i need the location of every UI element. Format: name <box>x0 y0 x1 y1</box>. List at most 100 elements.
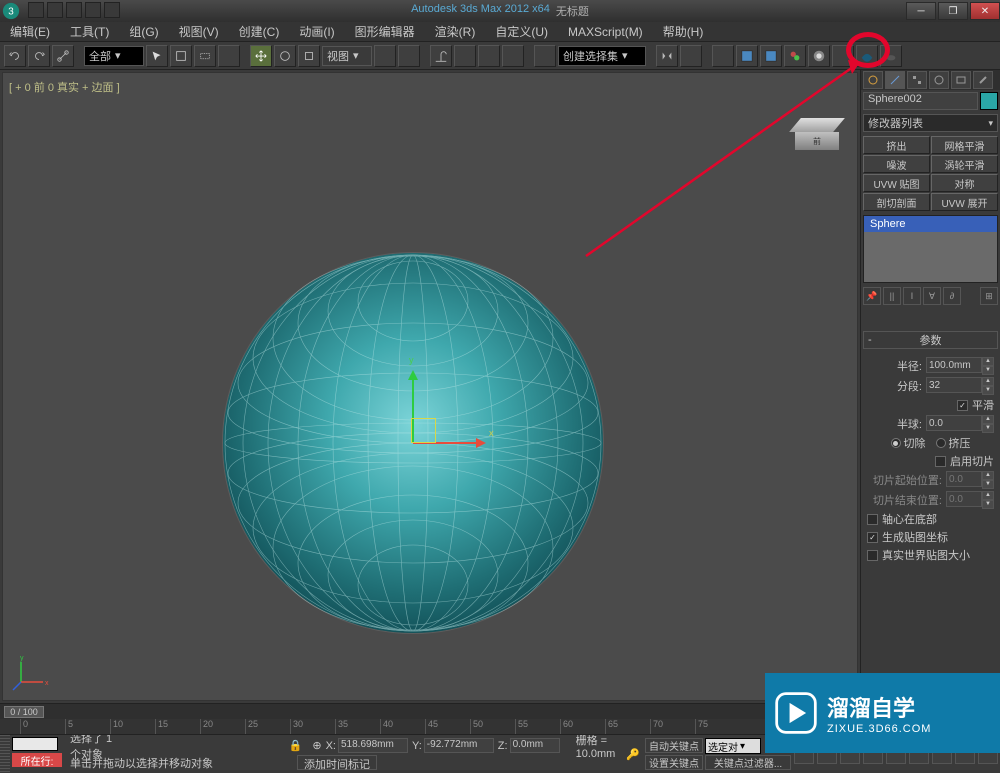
angle-snap-icon[interactable] <box>454 45 476 67</box>
pivot-icon[interactable] <box>374 45 396 67</box>
minimize-button[interactable]: ─ <box>906 2 936 20</box>
redo-icon[interactable] <box>28 45 50 67</box>
btn-noise[interactable]: 噪波 <box>863 155 930 173</box>
btn-uvwmap[interactable]: UVW 贴图 <box>863 174 930 192</box>
time-handle[interactable]: 0 / 100 <box>4 706 44 718</box>
qa-btn[interactable] <box>104 2 120 18</box>
spinner-snap-icon[interactable] <box>502 45 524 67</box>
radio-squash[interactable] <box>936 438 946 448</box>
move-gizmo[interactable]: x y <box>413 443 414 444</box>
qa-btn[interactable] <box>47 2 63 18</box>
restore-button[interactable]: ❐ <box>938 2 968 20</box>
filter-dropdown[interactable]: 全部▾ <box>84 46 144 66</box>
motion-tab-icon[interactable] <box>929 71 949 89</box>
y-coord[interactable]: -92.772mm <box>424 738 494 753</box>
segs-input[interactable] <box>926 377 982 393</box>
btn-meshsmooth[interactable]: 网格平滑 <box>931 136 998 154</box>
params-rollup-header[interactable]: 参数 <box>863 331 998 349</box>
menu-help[interactable]: 帮助(H) <box>653 22 714 41</box>
menu-maxscript[interactable]: MAXScript(M) <box>558 22 653 41</box>
keyfilter-button[interactable]: 关键点过滤器... <box>705 755 791 770</box>
move-icon[interactable] <box>250 45 272 67</box>
object-name-input[interactable]: Sphere002 <box>863 92 978 110</box>
menu-graph[interactable]: 图形编辑器 <box>345 22 425 41</box>
hemi-input[interactable] <box>926 415 982 431</box>
btn-turbosmooth[interactable]: 涡轮平滑 <box>931 155 998 173</box>
qa-btn[interactable] <box>85 2 101 18</box>
selset-dropdown[interactable]: 创建选择集▾ <box>558 46 646 66</box>
render-prod-icon[interactable] <box>856 45 878 67</box>
show-end-icon[interactable]: || <box>883 287 901 305</box>
viewcube-face[interactable]: 前 <box>795 132 839 150</box>
teapot-icon[interactable] <box>880 45 902 67</box>
modify-tab-icon[interactable] <box>885 71 905 89</box>
refcoord-dropdown[interactable]: 视图▾ <box>322 46 372 66</box>
viewcube[interactable]: 前 <box>795 118 839 150</box>
spin-up-icon[interactable]: ▲ <box>982 357 994 366</box>
mapcoords-checkbox[interactable]: ✓ <box>867 532 878 543</box>
smooth-checkbox[interactable]: ✓ <box>957 400 968 411</box>
object-color-swatch[interactable] <box>980 92 998 110</box>
pin-stack-icon[interactable]: 📌 <box>863 287 881 305</box>
layer-manager-icon[interactable] <box>712 45 734 67</box>
create-tab-icon[interactable] <box>863 71 883 89</box>
select-icon[interactable] <box>146 45 168 67</box>
menu-render[interactable]: 渲染(R) <box>425 22 486 41</box>
utilities-tab-icon[interactable] <box>973 71 993 89</box>
make-unique-icon[interactable]: Ⅰ <box>903 287 921 305</box>
viewport-label[interactable]: [ + 0 前 0 真实 + 边面 ] <box>9 79 120 95</box>
menu-views[interactable]: 视图(V) <box>169 22 229 41</box>
menu-tools[interactable]: 工具(T) <box>60 22 119 41</box>
hierarchy-tab-icon[interactable] <box>907 71 927 89</box>
btn-unwrap[interactable]: UVW 展开 <box>931 193 998 211</box>
add-time-tag[interactable]: 添加时间标记 <box>297 755 377 770</box>
display-tab-icon[interactable] <box>951 71 971 89</box>
select-name-icon[interactable] <box>170 45 192 67</box>
menu-create[interactable]: 创建(C) <box>229 22 290 41</box>
setkey-button[interactable]: 设置关键点 <box>645 755 703 770</box>
link-icon[interactable] <box>52 45 74 67</box>
select-rect-icon[interactable] <box>194 45 216 67</box>
stack-item-sphere[interactable]: Sphere <box>864 216 997 232</box>
edit-named-sel-icon[interactable] <box>534 45 556 67</box>
autokey-button[interactable]: 自动关键点 <box>645 738 703 753</box>
undo-icon[interactable] <box>4 45 26 67</box>
sel-lock-icon[interactable]: ⊕ <box>312 739 321 752</box>
x-coord[interactable]: 518.698mm <box>338 738 408 753</box>
manipulate-icon[interactable] <box>398 45 420 67</box>
close-button[interactable]: ✕ <box>970 2 1000 20</box>
grip-icon[interactable] <box>0 735 10 773</box>
selset-combo[interactable]: 选定对▾ <box>705 738 761 754</box>
key-icon[interactable]: 🔑 <box>626 739 642 769</box>
viewport[interactable]: [ + 0 前 0 真实 + 边面 ] 前 <box>2 72 858 701</box>
spin-down-icon[interactable]: ▼ <box>982 366 994 375</box>
snap-toggle-icon[interactable] <box>430 45 452 67</box>
radius-input[interactable] <box>926 357 982 373</box>
mirror-icon[interactable] <box>656 45 678 67</box>
current-color-swatch[interactable] <box>12 737 58 751</box>
render-frame-icon[interactable] <box>832 45 854 67</box>
remove-mod-icon[interactable]: ∀ <box>923 287 941 305</box>
menu-anim[interactable]: 动画(I) <box>289 22 344 41</box>
z-coord[interactable]: 0.0mm <box>510 738 560 753</box>
menu-group[interactable]: 组(G) <box>119 22 168 41</box>
realworld-checkbox[interactable] <box>867 550 878 561</box>
modifier-stack[interactable]: Sphere <box>863 215 998 283</box>
base-pivot-checkbox[interactable] <box>867 514 878 525</box>
qa-btn[interactable] <box>66 2 82 18</box>
modifier-list-dropdown[interactable]: 修改器列表 <box>863 114 998 132</box>
btn-symmetry[interactable]: 对称 <box>931 174 998 192</box>
align-icon[interactable] <box>680 45 702 67</box>
qa-btn[interactable] <box>28 2 44 18</box>
material-editor-icon[interactable] <box>784 45 806 67</box>
schematic-icon[interactable] <box>760 45 782 67</box>
config-sets-icon[interactable]: ∂ <box>943 287 961 305</box>
btn-extrude[interactable]: 挤出 <box>863 136 930 154</box>
percent-snap-icon[interactable] <box>478 45 500 67</box>
rotate-icon[interactable] <box>274 45 296 67</box>
radio-chop[interactable] <box>891 438 901 448</box>
menu-edit[interactable]: 编辑(E) <box>0 22 60 41</box>
curve-editor-icon[interactable] <box>736 45 758 67</box>
slice-on-checkbox[interactable] <box>935 456 946 467</box>
window-crossing-icon[interactable] <box>218 45 240 67</box>
